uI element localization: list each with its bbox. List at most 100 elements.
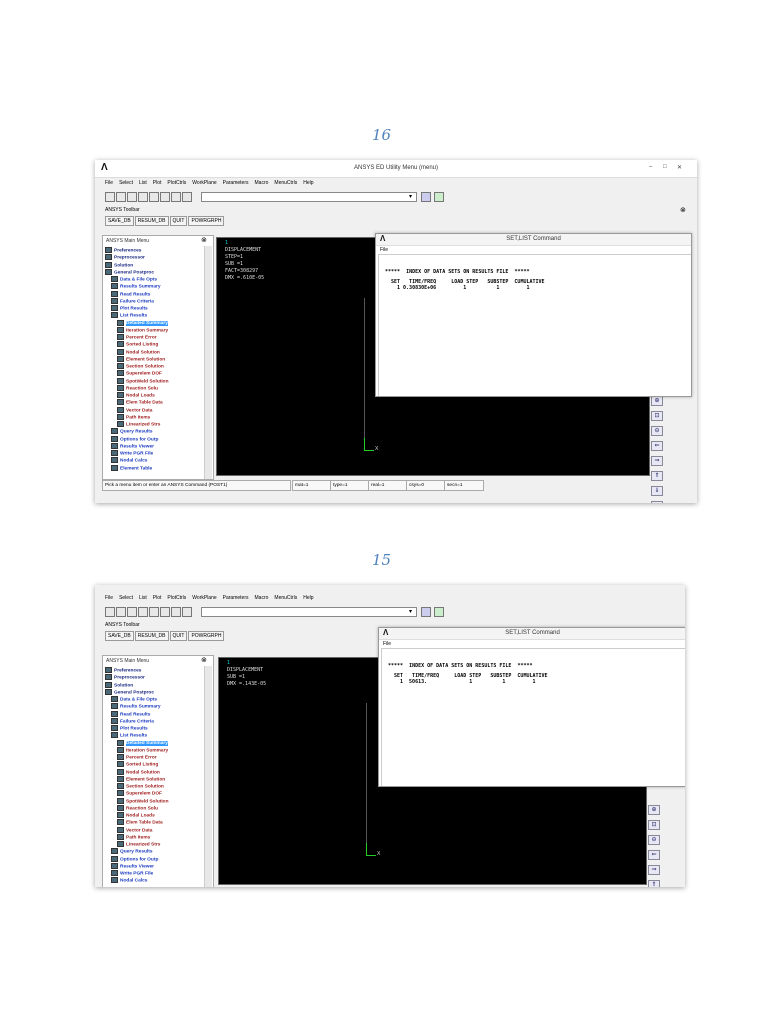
save-db-button[interactable]: SAVE_DB <box>105 216 134 226</box>
menu-plot[interactable]: Plot <box>153 595 162 601</box>
save-db-button[interactable]: SAVE_DB <box>105 631 134 641</box>
menu-item-data-file-opts[interactable]: Data & File Opts <box>111 276 157 282</box>
menu-parameters[interactable]: Parameters <box>223 595 249 601</box>
menu-macro[interactable]: Macro <box>255 180 269 186</box>
resum-db-button[interactable]: RESUM_DB <box>134 216 169 226</box>
pan-right-icon[interactable]: ⇒ <box>651 456 663 466</box>
new-file-icon[interactable] <box>105 607 115 617</box>
setlist-file-menu[interactable]: File <box>380 247 388 253</box>
reset-picking-icon[interactable] <box>434 192 444 202</box>
toolbar-editor-icon[interactable] <box>421 607 431 617</box>
menu-item-spotweld-solution[interactable]: SpotWeld Solution <box>117 797 169 804</box>
menu-macro[interactable]: Macro <box>255 595 269 601</box>
minimize-button[interactable]: – <box>649 164 652 170</box>
menu-item-read-results[interactable]: Read Results <box>111 710 150 717</box>
command-dropdown-icon[interactable]: ▾ <box>409 608 412 615</box>
zoom-out-icon[interactable]: ⊖ <box>651 426 663 436</box>
command-input[interactable] <box>201 607 417 617</box>
menu-item-results-summary[interactable]: Results Summary <box>111 283 161 290</box>
collapse-main-menu-icon[interactable]: ⊗ <box>201 236 207 244</box>
collapse-main-menu-icon[interactable]: ⊗ <box>201 656 207 664</box>
menu-item-solution[interactable]: Solution <box>105 261 133 268</box>
menu-item-nodal-loads[interactable]: Nodal Loads <box>117 392 155 398</box>
pan-left-icon[interactable]: ⇐ <box>648 850 660 860</box>
open-file-icon[interactable] <box>116 607 126 617</box>
powrgrph-button[interactable]: POWRGRPH <box>188 631 225 641</box>
menu-item-general-postproc[interactable]: General Postproc <box>105 268 154 275</box>
menu-item-query-results[interactable]: Query Results <box>111 848 153 855</box>
menu-plotctrls[interactable]: PlotCtrls <box>167 595 186 601</box>
menu-item-linearized-strs[interactable]: Linearized Strs <box>117 421 160 427</box>
quit-button[interactable]: QUIT <box>169 216 188 226</box>
menu-item-list-results[interactable]: List Results <box>111 312 147 319</box>
menu-help[interactable]: Help <box>303 180 313 186</box>
menu-item-path-items[interactable]: Path Items <box>117 413 150 420</box>
open-file-icon[interactable] <box>116 192 126 202</box>
menu-item-detailed-summary[interactable]: Detailed Summary <box>117 739 168 746</box>
raise-hidden-icon[interactable] <box>182 607 192 617</box>
pan-left-icon[interactable]: ⇐ <box>651 441 663 451</box>
menu-item-nodal-calcs[interactable]: Nodal Calcs <box>111 457 147 464</box>
menu-item-plot-results[interactable]: Plot Results <box>111 725 148 731</box>
menu-item-linearized-strs[interactable]: Linearized Strs <box>117 841 160 847</box>
powrgrph-button[interactable]: POWRGRPH <box>188 216 225 226</box>
reset-view-icon[interactable]: ⊛ <box>651 501 663 503</box>
menu-item-write-pgr-file[interactable]: Write PGR File <box>111 450 153 456</box>
zoom-in-icon[interactable]: ⊕ <box>651 396 663 406</box>
menu-item-results-viewer[interactable]: Results Viewer <box>111 862 154 869</box>
menu-item-general-postproc[interactable]: General Postproc <box>105 688 154 695</box>
menu-item-results-summary[interactable]: Results Summary <box>111 703 161 710</box>
setlist-file-menu[interactable]: File <box>383 641 391 647</box>
main-menu-scrollbar[interactable] <box>204 666 212 887</box>
menu-item-reaction-solu[interactable]: Reaction Solu <box>117 804 158 811</box>
menu-item-iteration-summary[interactable]: Iteration Summary <box>117 326 168 333</box>
pan-right-icon[interactable]: ⇒ <box>648 865 660 875</box>
menu-item-nodal-calcs[interactable]: Nodal Calcs <box>111 877 147 884</box>
menu-help[interactable]: Help <box>303 595 313 601</box>
menu-list[interactable]: List <box>139 180 147 186</box>
help-icon[interactable] <box>171 607 181 617</box>
menu-item-sorted-listing[interactable]: Sorted Listing <box>117 341 158 348</box>
menu-file[interactable]: File <box>105 595 113 601</box>
menu-item-reaction-solu[interactable]: Reaction Solu <box>117 384 158 391</box>
image-capture-icon[interactable] <box>160 607 170 617</box>
menu-item-failure-criteria[interactable]: Failure Criteria <box>111 717 154 724</box>
menu-item-plot-results[interactable]: Plot Results <box>111 305 148 311</box>
menu-item-percent-error[interactable]: Percent Error <box>117 334 157 340</box>
menu-item-element-table[interactable]: Element Table <box>111 464 152 471</box>
main-menu-scrollbar[interactable] <box>204 246 212 479</box>
menu-item-vector-data[interactable]: Vector Data <box>117 406 152 413</box>
zoom-in-icon[interactable]: ⊕ <box>648 805 660 815</box>
menu-item-elem-table-data[interactable]: Elem Table Data <box>117 399 163 406</box>
menu-item-query-results[interactable]: Query Results <box>111 428 153 435</box>
menu-item-percent-error[interactable]: Percent Error <box>117 754 157 760</box>
zoom-box-icon[interactable]: ⊡ <box>648 820 660 830</box>
menu-item-superelem-dof[interactable]: Superelem DOF <box>117 370 162 377</box>
menu-item-data-file-opts[interactable]: Data & File Opts <box>111 696 157 702</box>
print-icon[interactable] <box>149 192 159 202</box>
menu-item-sorted-listing[interactable]: Sorted Listing <box>117 761 158 768</box>
menu-item-nodal-loads[interactable]: Nodal Loads <box>117 812 155 818</box>
quit-button[interactable]: QUIT <box>169 631 188 641</box>
menu-list[interactable]: List <box>139 595 147 601</box>
menu-item-read-results[interactable]: Read Results <box>111 290 150 297</box>
maximize-button[interactable]: □ <box>663 164 667 170</box>
menu-item-preprocessor[interactable]: Preprocessor <box>105 674 145 681</box>
toolbar-editor-icon[interactable] <box>421 192 431 202</box>
help-icon[interactable] <box>171 192 181 202</box>
menu-item-element-solution[interactable]: Element Solution <box>117 775 165 782</box>
menu-item-solution[interactable]: Solution <box>105 681 133 688</box>
menu-item-options-for-outp[interactable]: Options for Outp <box>111 435 158 442</box>
menu-item-detailed-summary[interactable]: Detailed Summary <box>117 319 168 326</box>
menu-item-section-solution[interactable]: Section Solution <box>117 783 164 789</box>
menu-item-preferences[interactable]: Preferences <box>105 247 141 253</box>
report-icon[interactable] <box>138 192 148 202</box>
menu-item-failure-criteria[interactable]: Failure Criteria <box>111 297 154 304</box>
print-icon[interactable] <box>149 607 159 617</box>
image-capture-icon[interactable] <box>160 192 170 202</box>
menu-item-elem-table-data[interactable]: Elem Table Data <box>117 819 163 826</box>
menu-item-element-solution[interactable]: Element Solution <box>117 355 165 362</box>
command-input[interactable] <box>201 192 417 202</box>
new-file-icon[interactable] <box>105 192 115 202</box>
menu-item-iteration-summary[interactable]: Iteration Summary <box>117 746 168 753</box>
